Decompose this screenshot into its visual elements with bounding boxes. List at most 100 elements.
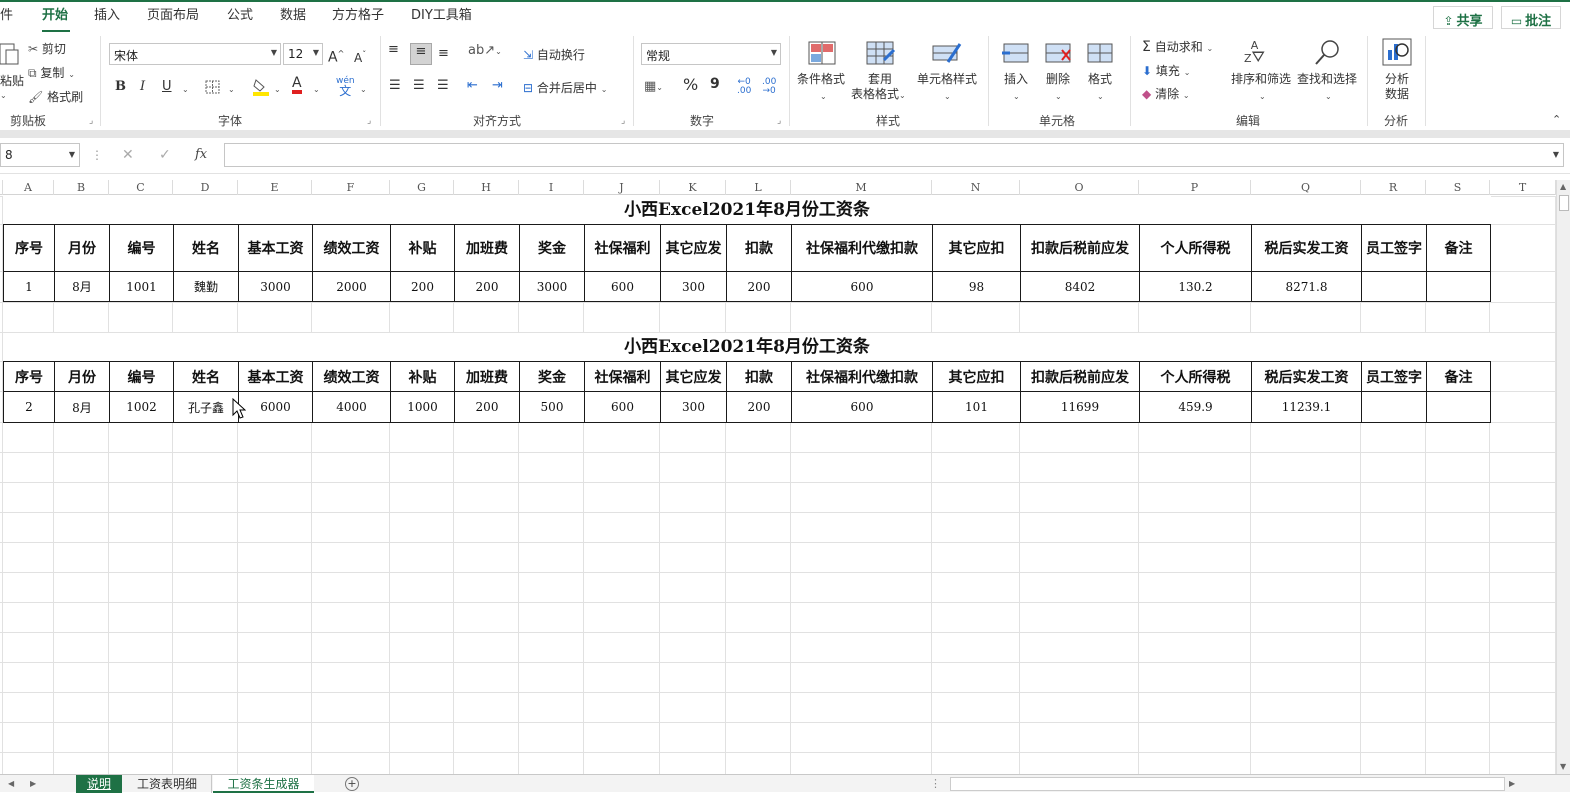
table-format-button[interactable]: 套用 <box>868 72 892 87</box>
align-middle-icon[interactable]: ≡ <box>410 43 432 65</box>
header-cell[interactable]: 个人所得税 <box>1139 361 1252 392</box>
value-cell[interactable]: 8271.8 <box>1251 271 1362 302</box>
value-cell[interactable]: 500 <box>519 391 585 423</box>
header-cell[interactable]: 员工签字 <box>1361 361 1427 392</box>
value-cell[interactable]: 600 <box>584 271 661 302</box>
column-header[interactable]: A <box>3 180 54 195</box>
header-cell[interactable]: 编号 <box>109 224 174 272</box>
value-cell[interactable]: 11699 <box>1020 391 1140 423</box>
value-cell[interactable]: 4000 <box>312 391 391 423</box>
header-cell[interactable]: 月份 <box>54 361 110 392</box>
font-size-select[interactable]: 12 ▼ <box>283 43 323 65</box>
value-cell[interactable]: 3000 <box>238 271 313 302</box>
font-color-dropdown-caret[interactable]: ⌄ <box>313 82 320 98</box>
value-cell[interactable]: 3000 <box>519 271 585 302</box>
header-cell[interactable]: 序号 <box>3 224 55 272</box>
header-cell[interactable]: 加班费 <box>454 361 520 392</box>
header-cell[interactable]: 扣款后税前应发 <box>1020 224 1140 272</box>
header-cell[interactable]: 扣款后税前应发 <box>1020 361 1140 392</box>
column-header[interactable]: S <box>1426 180 1490 195</box>
payslip-title[interactable]: 小西Excel2021年8月份工资条 <box>3 333 1491 361</box>
align-left-icon[interactable]: ☰ <box>389 78 401 94</box>
header-cell[interactable]: 其它应扣 <box>932 361 1021 392</box>
formula-bar-grip-icon[interactable]: ⋮ <box>91 148 103 162</box>
grow-font-button[interactable]: A^ <box>328 46 344 66</box>
value-cell[interactable] <box>1361 391 1427 423</box>
table-format-button-line2[interactable]: 表格格式⌄ <box>851 87 906 103</box>
scroll-up-icon[interactable]: ▲ <box>1560 182 1566 191</box>
header-cell[interactable]: 社保福利 <box>584 361 661 392</box>
paste-dropdown-caret[interactable]: ⌄ <box>0 87 7 101</box>
column-header[interactable]: G <box>390 180 454 195</box>
insert-function-icon[interactable]: fx <box>195 147 207 162</box>
value-cell[interactable]: 200 <box>726 391 792 423</box>
value-cell[interactable]: 300 <box>660 271 727 302</box>
percent-style-button[interactable]: % <box>683 77 698 93</box>
tab-home[interactable]: 开始 <box>42 8 68 24</box>
column-header[interactable]: J <box>584 180 660 195</box>
comma-style-button[interactable]: 9 <box>710 76 720 92</box>
share-button[interactable]: ⇪ 共享 <box>1433 6 1493 29</box>
find-select-button[interactable]: 查找和选择 <box>1297 72 1357 87</box>
clipboard-launcher-icon[interactable]: ⌟ <box>89 116 93 126</box>
conditional-format-dropdown-caret[interactable]: ⌄ <box>820 89 827 105</box>
column-header[interactable]: N <box>932 180 1020 195</box>
clear-button[interactable]: ◆ 清除 ⌄ <box>1142 85 1190 102</box>
header-cell[interactable]: 奖金 <box>519 224 585 272</box>
insert-dropdown-caret[interactable]: ⌄ <box>1013 89 1020 105</box>
value-cell[interactable]: 600 <box>584 391 661 423</box>
scroll-right-icon[interactable]: ▶ <box>1509 779 1515 788</box>
formula-input[interactable]: ▼ <box>224 143 1564 167</box>
value-cell[interactable]: 6000 <box>238 391 313 423</box>
header-cell[interactable]: 奖金 <box>519 361 585 392</box>
value-cell[interactable]: 魏勤 <box>173 271 239 302</box>
value-cell[interactable] <box>1426 391 1491 423</box>
format-cells-button[interactable]: 格式 <box>1088 72 1112 87</box>
analyze-data-button[interactable]: 分析 <box>1385 72 1409 87</box>
number-launcher-icon[interactable]: ⌟ <box>777 116 781 126</box>
header-cell[interactable]: 其它应发 <box>660 224 727 272</box>
delete-dropdown-caret[interactable]: ⌄ <box>1055 89 1062 105</box>
header-cell[interactable]: 基本工资 <box>238 361 313 392</box>
column-header[interactable]: F <box>312 180 390 195</box>
fill-button[interactable]: ⬇ 填充 ⌄ <box>1142 62 1190 79</box>
align-right-icon[interactable]: ☰ <box>437 78 449 94</box>
tab-data[interactable]: 数据 <box>280 8 306 24</box>
column-header[interactable]: H <box>454 180 519 195</box>
header-cell[interactable]: 个人所得税 <box>1139 224 1252 272</box>
borders-icon[interactable] <box>205 80 221 94</box>
collapse-ribbon-icon[interactable]: ⌃ <box>1552 112 1561 128</box>
decrease-decimal-button[interactable]: .00 →0 <box>762 78 776 96</box>
analyze-data-button-line2[interactable]: 数据 <box>1385 87 1409 102</box>
cell-style-dropdown-caret[interactable]: ⌄ <box>944 89 951 105</box>
comment-button[interactable]: ▭ 批注 <box>1501 6 1561 29</box>
value-cell[interactable]: 8402 <box>1020 271 1140 302</box>
fill-dropdown-caret[interactable]: ⌄ <box>1184 68 1191 77</box>
header-cell[interactable]: 基本工资 <box>238 224 313 272</box>
autosum-button[interactable]: Σ 自动求和 ⌄ <box>1142 38 1213 55</box>
sheet-tab-salary-detail[interactable]: 工资表明细 <box>123 775 212 793</box>
find-select-dropdown-caret[interactable]: ⌄ <box>1325 89 1332 105</box>
value-cell[interactable]: 459.9 <box>1139 391 1252 423</box>
font-color-button[interactable]: A <box>292 76 302 94</box>
header-cell[interactable]: 税后实发工资 <box>1251 361 1362 392</box>
insert-cells-button[interactable]: 插入 <box>1004 72 1028 87</box>
value-cell[interactable]: 8月 <box>54 271 110 302</box>
confirm-edit-icon[interactable]: ✓ <box>159 147 171 163</box>
header-cell[interactable]: 姓名 <box>173 361 239 392</box>
header-cell[interactable]: 其它应发 <box>660 361 727 392</box>
header-cell[interactable]: 其它应扣 <box>932 224 1021 272</box>
currency-format-icon[interactable]: ▦⌄ <box>644 79 663 96</box>
header-cell[interactable]: 税后实发工资 <box>1251 224 1362 272</box>
header-cell[interactable]: 月份 <box>54 224 110 272</box>
decrease-indent-icon[interactable]: ⇤ <box>467 78 478 94</box>
value-cell[interactable]: 1 <box>3 271 55 302</box>
sheet-tab-payslip-generator[interactable]: 工资条生成器 <box>213 775 314 793</box>
phonetic-dropdown-caret[interactable]: ⌄ <box>360 82 367 98</box>
column-header[interactable]: L <box>726 180 791 195</box>
increase-decimal-button[interactable]: ←0.00 <box>737 78 751 96</box>
delete-cells-button[interactable]: 删除 <box>1046 72 1070 87</box>
value-cell[interactable]: 98 <box>932 271 1021 302</box>
value-cell[interactable]: 300 <box>660 391 727 423</box>
value-cell[interactable]: 600 <box>791 271 933 302</box>
